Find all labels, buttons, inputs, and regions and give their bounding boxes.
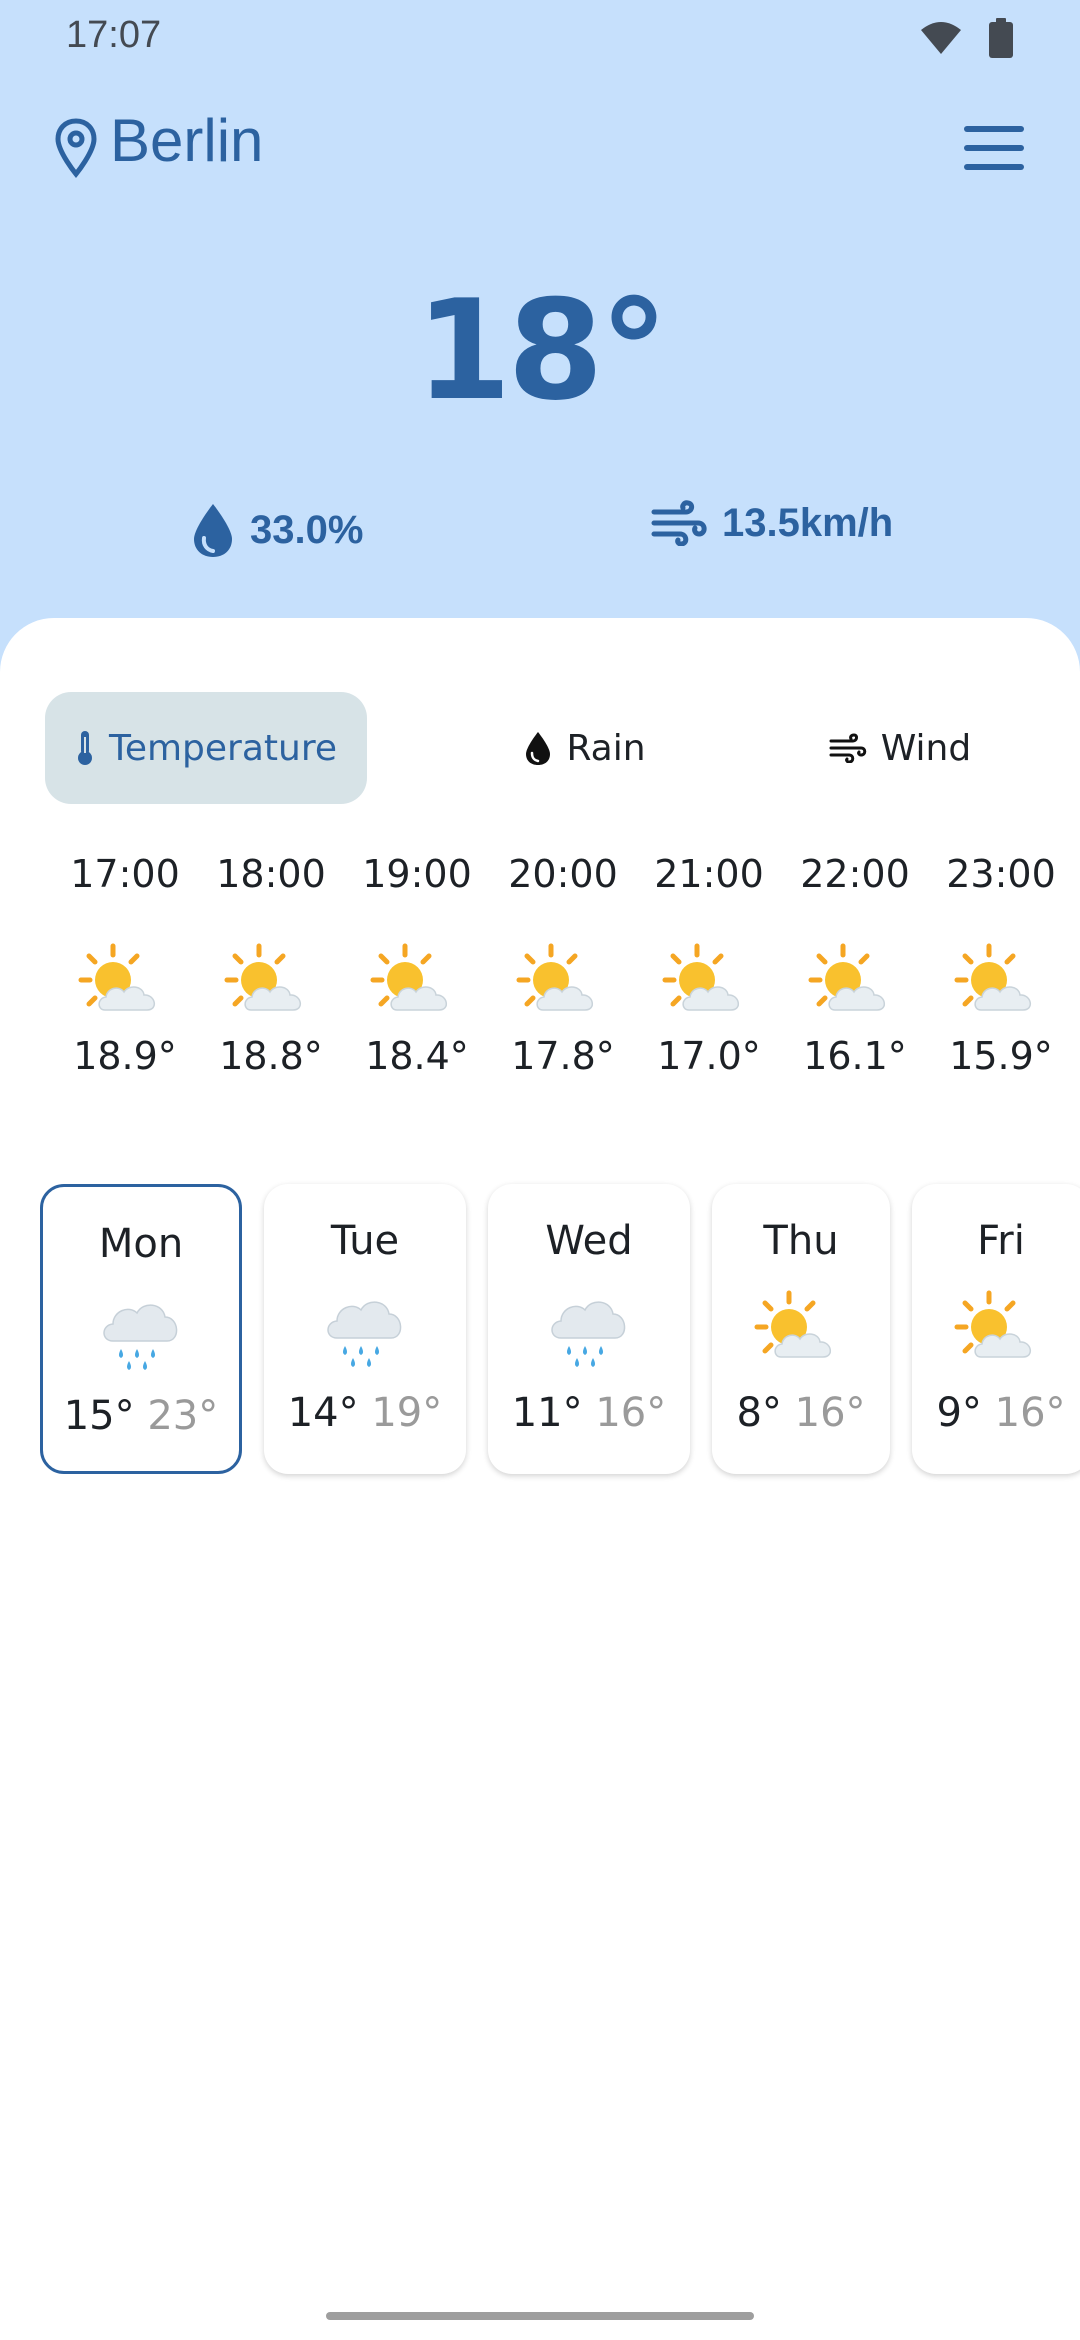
metric-tabs: Temperature Rain Wind: [45, 692, 1045, 804]
hourly-item: 20:00 17.8°: [490, 848, 636, 1078]
tab-wind[interactable]: Wind: [790, 692, 1010, 804]
status-icons: [920, 18, 1014, 58]
day-low: 15°: [63, 1393, 135, 1439]
day-card-tue[interactable]: Tue 14° 19°: [264, 1184, 466, 1474]
wind-value: 13.5km/h: [722, 500, 894, 545]
home-indicator[interactable]: [326, 2312, 754, 2320]
sun-behind-cloud-icon: [953, 1286, 1049, 1372]
sun-behind-cloud-icon: [661, 942, 757, 1022]
hour-time: 18:00: [216, 852, 326, 896]
day-low: 14°: [287, 1390, 359, 1436]
current-temperature: 18°: [415, 270, 668, 431]
day-temps: 8° 16°: [712, 1390, 890, 1436]
tab-temperature[interactable]: Temperature: [45, 692, 367, 804]
day-temps: 9° 16°: [912, 1390, 1080, 1436]
day-low: 8°: [736, 1390, 782, 1436]
day-name: Thu: [763, 1218, 839, 1264]
hourly-forecast[interactable]: 17:00 18.9° 18:00 18.8° 19:00 18.4° 20:0…: [0, 848, 1080, 1148]
status-bar: 17:07: [0, 0, 1080, 80]
location-pin-icon: [55, 118, 97, 178]
status-time: 17:07: [66, 14, 162, 56]
thermometer-icon: [77, 731, 92, 765]
day-temps: 14° 19°: [264, 1390, 466, 1436]
hour-temp: 17.8°: [511, 1034, 615, 1078]
raindrop-icon: [526, 732, 551, 765]
hour-temp: 18.8°: [219, 1034, 323, 1078]
hourly-item: 23:00 15.9°: [928, 848, 1074, 1078]
day-high: 16°: [794, 1390, 866, 1436]
hourly-item: 18:00 18.8°: [198, 848, 344, 1078]
battery-icon: [989, 18, 1013, 58]
hourly-item: 17:00 18.9°: [52, 848, 198, 1078]
day-temps: 15° 23°: [43, 1393, 239, 1439]
day-card-thu[interactable]: Thu 8° 16°: [712, 1184, 890, 1474]
day-name: Tue: [330, 1218, 400, 1264]
sun-behind-cloud-icon: [77, 942, 173, 1022]
menu-line: [964, 164, 1024, 170]
tab-label: Temperature: [108, 727, 338, 769]
day-low: 11°: [511, 1390, 583, 1436]
menu-line: [964, 126, 1024, 132]
hour-temp: 18.9°: [73, 1034, 177, 1078]
wind-icon: [651, 500, 707, 546]
wind-icon: [829, 733, 866, 763]
raindrop-icon: [194, 504, 232, 557]
sun-behind-cloud-icon: [953, 942, 1049, 1022]
day-card-mon[interactable]: Mon 15° 23°: [40, 1184, 242, 1474]
tab-label: Rain: [566, 727, 646, 769]
current-stats: 33.0% 13.5km/h: [0, 500, 1080, 580]
forecast-sheet: Temperature Rain Wind 17:00 18.9° 18:00: [0, 618, 1080, 2340]
menu-icon[interactable]: [958, 120, 1030, 176]
day-high: 16°: [994, 1390, 1066, 1436]
hour-time: 22:00: [800, 852, 910, 896]
hour-time: 19:00: [362, 852, 472, 896]
hour-temp: 17.0°: [657, 1034, 761, 1078]
hour-temp: 18.4°: [365, 1034, 469, 1078]
hour-time: 23:00: [946, 852, 1056, 896]
day-name: Fri: [977, 1218, 1025, 1264]
tab-label: Wind: [880, 727, 972, 769]
sun-behind-cloud-icon: [223, 942, 319, 1022]
humidity-value: 33.0%: [250, 507, 364, 552]
tab-rain[interactable]: Rain: [475, 692, 695, 804]
day-name: Mon: [98, 1221, 184, 1267]
hourly-item: 21:00 17.0°: [636, 848, 782, 1078]
day-card-wed[interactable]: Wed 11° 16°: [488, 1184, 690, 1474]
hourly-item: 22:00 16.1°: [782, 848, 928, 1078]
day-high: 23°: [147, 1393, 219, 1439]
day-temps: 11° 16°: [488, 1390, 690, 1436]
daily-forecast[interactable]: Mon 15° 23° Tue 14° 19° Wed 11° 16° Thu …: [0, 1184, 1080, 1484]
hour-time: 17:00: [70, 852, 180, 896]
rain-cloud-icon: [93, 1289, 189, 1375]
sun-behind-cloud-icon: [807, 942, 903, 1022]
wifi-icon: [921, 22, 961, 54]
day-high: 16°: [595, 1390, 667, 1436]
day-high: 19°: [371, 1390, 443, 1436]
rain-cloud-icon: [541, 1286, 637, 1372]
sun-behind-cloud-icon: [369, 942, 465, 1022]
hour-time: 21:00: [654, 852, 764, 896]
hourly-item: 19:00 18.4°: [344, 848, 490, 1078]
humidity-stat: 33.0%: [190, 500, 363, 560]
hour-time: 20:00: [508, 852, 618, 896]
day-low: 9°: [936, 1390, 982, 1436]
day-name: Wed: [545, 1218, 633, 1264]
wind-stat: 13.5km/h: [650, 500, 893, 546]
sun-behind-cloud-icon: [753, 1286, 849, 1372]
sun-behind-cloud-icon: [515, 942, 611, 1022]
hour-temp: 15.9°: [949, 1034, 1053, 1078]
rain-cloud-icon: [317, 1286, 413, 1372]
hour-temp: 16.1°: [803, 1034, 907, 1078]
city-name[interactable]: Berlin: [110, 106, 263, 175]
menu-line: [964, 145, 1024, 151]
day-card-fri[interactable]: Fri 9° 16°: [912, 1184, 1080, 1474]
header: Berlin: [0, 100, 1080, 200]
